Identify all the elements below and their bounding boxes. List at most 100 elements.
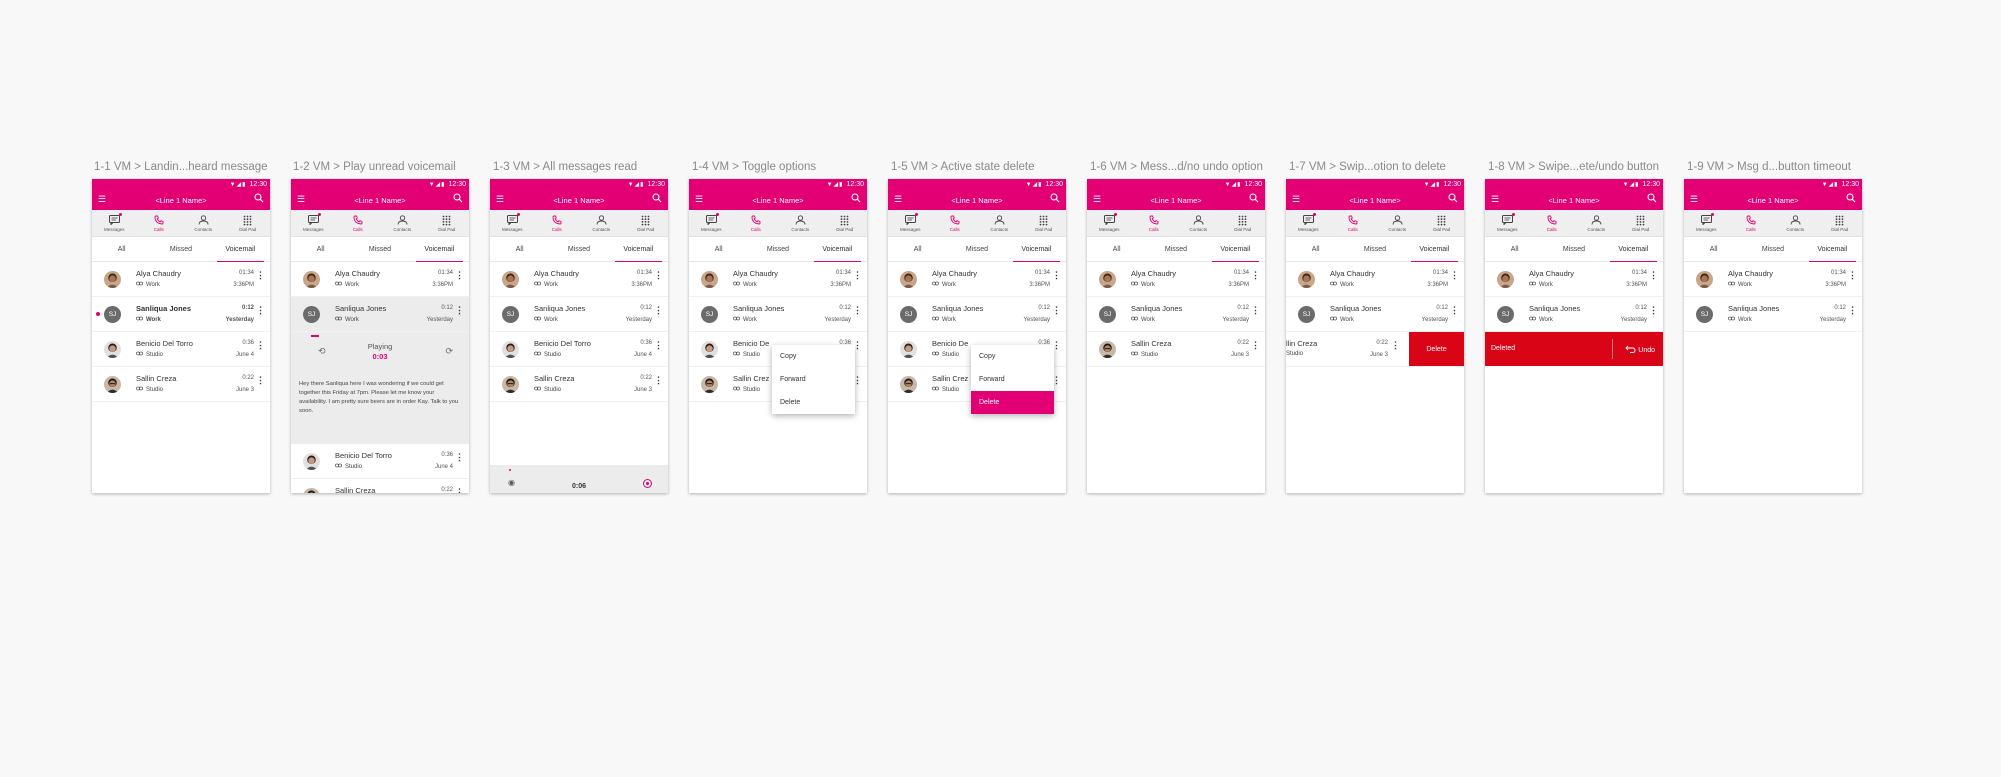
more-options-icon[interactable]: ⋮ [455, 488, 464, 494]
voicemail-row[interactable]: SJ Sanliqua Jones Work 0:12 Yesterday ⋮ [689, 297, 867, 332]
tab-all[interactable]: All [291, 237, 350, 261]
nav-contacts[interactable]: Contacts [380, 210, 425, 236]
nav-calls[interactable]: Calls [1132, 210, 1177, 236]
search-icon[interactable] [453, 193, 463, 205]
tab-voicemail[interactable]: Voicemail [1604, 237, 1663, 262]
tab-voicemail[interactable]: Voicemail [1803, 237, 1862, 262]
voicemail-row[interactable]: Sallin Creza Studio 0:22 June 3 ⋮ [490, 367, 668, 402]
line-name-title[interactable]: <Line 1 Name> [1485, 196, 1663, 205]
tab-voicemail[interactable]: Voicemail [609, 237, 668, 262]
more-options-icon[interactable]: ⋮ [256, 271, 265, 280]
nav-messages[interactable]: Messages [1286, 210, 1331, 236]
nav-calls[interactable]: Calls [1331, 210, 1376, 236]
voicemail-row[interactable]: Benicio Del Torro Studio 0:36 June 4 ⋮ [490, 332, 668, 367]
search-icon[interactable] [1249, 193, 1259, 205]
line-name-title[interactable]: <Line 1 Name> [689, 196, 867, 205]
voicemail-row[interactable]: Benicio Del Torro Studio 0:36 June 4 ⋮ [92, 332, 270, 367]
tab-voicemail[interactable]: Voicemail [1007, 237, 1066, 262]
voicemail-row[interactable]: SJ Sanliqua Jones Work 0:12 Yesterday ⋮ [291, 297, 469, 332]
nav-dial-pad[interactable]: Dial Pad [425, 210, 470, 236]
voicemail-row[interactable]: Alya Chaudry Work 01:34 3:36PM ⋮ [888, 262, 1066, 297]
nav-messages[interactable]: Messages [291, 210, 336, 236]
more-options-icon[interactable]: ⋮ [1251, 271, 1260, 280]
nav-messages[interactable]: Messages [689, 210, 734, 236]
menu-item-delete[interactable]: Delete [971, 391, 1054, 414]
more-options-icon[interactable]: ⋮ [1450, 271, 1459, 280]
nav-messages[interactable]: Messages [888, 210, 933, 236]
nav-messages[interactable]: Messages [490, 210, 535, 236]
tab-missed[interactable]: Missed [350, 237, 409, 261]
nav-contacts[interactable]: Contacts [977, 210, 1022, 236]
line-name-title[interactable]: <Line 1 Name> [888, 196, 1066, 205]
voicemail-row[interactable]: SJ Sanliqua Jones Work 0:12 Yesterday ⋮ [1684, 297, 1862, 332]
more-options-icon[interactable]: ⋮ [654, 376, 663, 385]
search-icon[interactable] [1846, 193, 1856, 205]
voicemail-row[interactable]: Sallin Creza Studio 0:22 June 3 ⋮ [1087, 332, 1265, 367]
fast-forward-icon[interactable]: ⟳ [445, 346, 453, 357]
menu-item-copy[interactable]: Copy [772, 345, 855, 368]
nav-messages[interactable]: Messages [1087, 210, 1132, 236]
more-options-icon[interactable]: ⋮ [654, 271, 663, 280]
line-name-title[interactable]: <Line 1 Name> [1087, 196, 1265, 205]
tab-all[interactable]: All [92, 237, 151, 261]
voicemail-row[interactable]: Alya Chaudry Work 01:34 3:36PM ⋮ [92, 262, 270, 297]
voicemail-row[interactable]: Alya Chaudry Work 01:34 3:36PM ⋮ [1485, 262, 1663, 297]
more-options-icon[interactable]: ⋮ [1649, 271, 1658, 280]
nav-messages[interactable]: Messages [1485, 210, 1530, 236]
nav-dial-pad[interactable]: Dial Pad [226, 210, 271, 236]
voicemail-row[interactable]: Alya Chaudry Work 01:34 3:36PM ⋮ [1087, 262, 1265, 297]
nav-calls[interactable]: Calls [1530, 210, 1575, 236]
menu-item-forward[interactable]: Forward [971, 368, 1054, 391]
tab-missed[interactable]: Missed [1345, 237, 1404, 261]
nav-messages[interactable]: Messages [1684, 210, 1729, 236]
search-icon[interactable] [1647, 193, 1657, 205]
more-options-icon[interactable]: ⋮ [455, 453, 464, 462]
voicemail-row[interactable]: SJ Sanliqua Jones Work 0:12 Yesterday ⋮ [490, 297, 668, 332]
voicemail-row[interactable]: Alya Chaudry Work 01:34 3:36PM ⋮ [689, 262, 867, 297]
search-icon[interactable] [851, 193, 861, 205]
nav-calls[interactable]: Calls [336, 210, 381, 236]
tab-voicemail[interactable]: Voicemail [808, 237, 867, 262]
voicemail-row[interactable]: Alya Chaudry Work 01:34 3:36PM ⋮ [490, 262, 668, 297]
voicemail-row[interactable]: SJ Sanliqua Jones Work 0:12 Yesterday ⋮ [1087, 297, 1265, 332]
tab-voicemail[interactable]: Voicemail [410, 237, 469, 262]
tab-missed[interactable]: Missed [1146, 237, 1205, 261]
voicemail-row[interactable]: SJ Sanliqua Jones Work 0:12 Yesterday ⋮ [92, 297, 270, 332]
line-name-title[interactable]: <Line 1 Name> [92, 196, 270, 205]
search-icon[interactable] [254, 193, 264, 205]
nav-dial-pad[interactable]: Dial Pad [1818, 210, 1863, 236]
nav-calls[interactable]: Calls [933, 210, 978, 236]
more-options-icon[interactable]: ⋮ [256, 306, 265, 315]
tab-voicemail[interactable]: Voicemail [1405, 237, 1464, 262]
tab-all[interactable]: All [1087, 237, 1146, 261]
progress-bar[interactable] [311, 335, 319, 337]
nav-dial-pad[interactable]: Dial Pad [1619, 210, 1664, 236]
swipe-delete-button[interactable]: Delete [1409, 332, 1464, 366]
tab-all[interactable]: All [888, 237, 947, 261]
nav-contacts[interactable]: Contacts [1375, 210, 1420, 236]
nav-contacts[interactable]: Contacts [579, 210, 624, 236]
tab-voicemail[interactable]: Voicemail [211, 237, 270, 262]
search-icon[interactable] [1448, 193, 1458, 205]
more-options-icon[interactable]: ⋮ [455, 271, 464, 280]
tab-missed[interactable]: Missed [1544, 237, 1603, 261]
record-icon[interactable] [643, 479, 652, 488]
tab-all[interactable]: All [1286, 237, 1345, 261]
nav-calls[interactable]: Calls [535, 210, 580, 236]
voicemail-row[interactable]: Alya Chaudry Work 01:34 3:36PM ⋮ [1684, 262, 1862, 297]
more-options-icon[interactable]: ⋮ [1052, 271, 1061, 280]
more-options-icon[interactable]: ⋮ [1391, 341, 1400, 350]
nav-dial-pad[interactable]: Dial Pad [1420, 210, 1465, 236]
nav-contacts[interactable]: Contacts [181, 210, 226, 236]
nav-contacts[interactable]: Contacts [1773, 210, 1818, 236]
voicemail-row[interactable]: SJ Sanliqua Jones Work 0:12 Yesterday ⋮ [888, 297, 1066, 332]
tab-missed[interactable]: Missed [151, 237, 210, 261]
nav-calls[interactable]: Calls [1729, 210, 1774, 236]
nav-calls[interactable]: Calls [137, 210, 182, 236]
search-icon[interactable] [652, 193, 662, 205]
nav-dial-pad[interactable]: Dial Pad [823, 210, 868, 236]
tab-missed[interactable]: Missed [549, 237, 608, 261]
nav-messages[interactable]: Messages [92, 210, 137, 236]
voicemail-row[interactable]: Benicio Del Torro Studio 0:36 June 4 ⋮ [291, 444, 469, 479]
undo-button[interactable]: Undo [1625, 345, 1655, 355]
